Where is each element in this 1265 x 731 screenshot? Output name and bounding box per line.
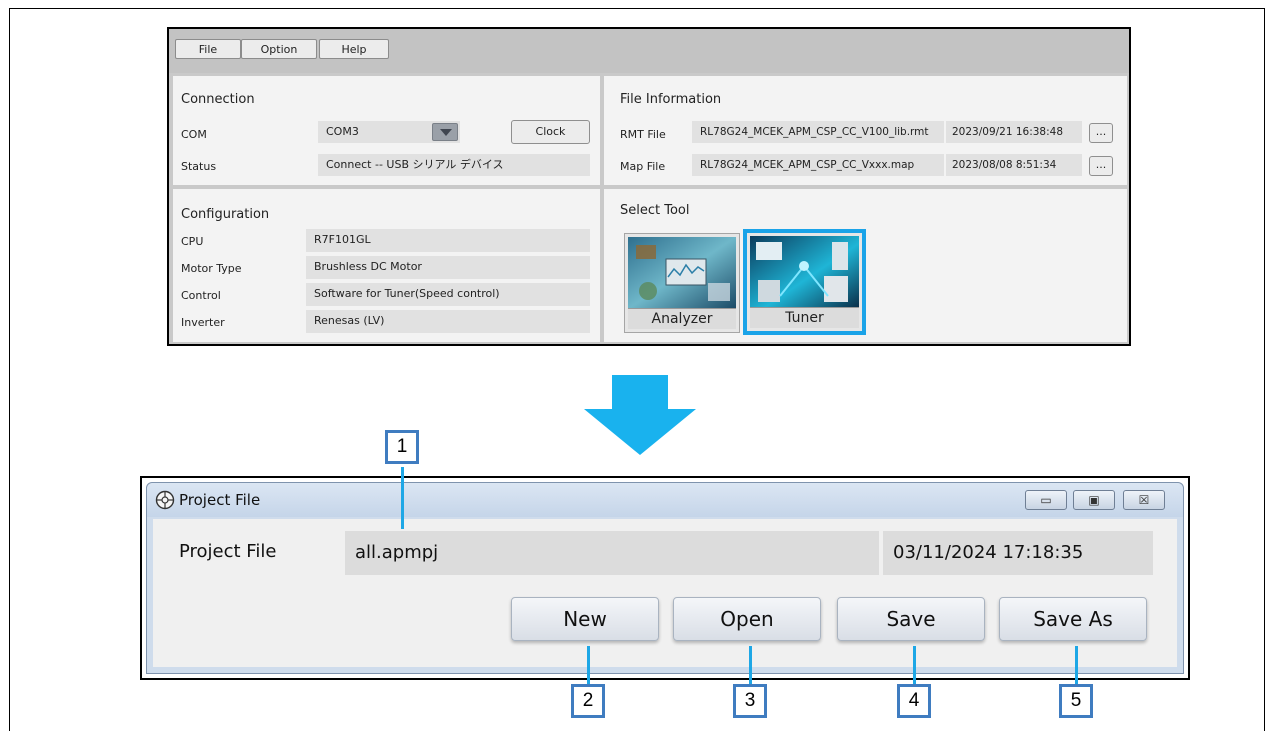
control-label: Control: [181, 289, 221, 302]
rmt-browse-button[interactable]: ...: [1089, 123, 1113, 143]
project-file-frame: Project File ▭ ▣ ☒ Project File all.apmp…: [140, 476, 1190, 680]
window-title: Project File: [179, 491, 261, 509]
callout-2: 2: [571, 684, 605, 718]
analyzer-tool[interactable]: Analyzer: [624, 233, 740, 333]
connection-title: Connection: [181, 92, 255, 107]
project-file-body: Project File all.apmpj 03/11/2024 17:18:…: [153, 519, 1177, 667]
select-tool-panel: Select Tool Analyzer Tuner: [604, 189, 1127, 342]
clock-button[interactable]: Clock: [511, 120, 590, 144]
chevron-down-icon[interactable]: [432, 123, 458, 141]
project-file-timestamp: 03/11/2024 17:18:35: [883, 531, 1153, 575]
project-file-window: Project File ▭ ▣ ☒ Project File all.apmp…: [146, 482, 1184, 674]
connection-panel: Connection COM COM3 Clock Status Connect…: [173, 76, 600, 185]
tuner-tool[interactable]: Tuner: [743, 229, 866, 335]
save-button[interactable]: Save: [837, 597, 985, 641]
open-button[interactable]: Open: [673, 597, 821, 641]
menu-help[interactable]: Help: [319, 39, 389, 59]
cpu-label: CPU: [181, 235, 204, 248]
map-file-label: Map File: [620, 160, 666, 173]
menu-file[interactable]: File: [175, 39, 241, 59]
arrow-down-icon: [584, 375, 696, 455]
new-button[interactable]: New: [511, 597, 659, 641]
callout-3-line: [749, 646, 752, 684]
callout-5-line: [1075, 646, 1078, 684]
app-icon: [155, 490, 175, 510]
minimize-button[interactable]: ▭: [1025, 490, 1067, 510]
title-bar: Project File ▭ ▣ ☒: [147, 483, 1183, 517]
select-tool-title: Select Tool: [620, 203, 690, 218]
status-value: Connect -- USB シリアル デバイス: [318, 154, 590, 176]
analyzer-image: [628, 237, 736, 309]
minimize-icon: ▭: [1040, 493, 1052, 507]
menu-bar: File Option Help: [169, 29, 1129, 73]
maximize-icon: ▣: [1088, 493, 1100, 507]
tuner-image: [750, 236, 859, 310]
rmt-file-name: RL78G24_MCEK_APM_CSP_CC_V100_lib.rmt: [692, 121, 944, 143]
status-label: Status: [181, 160, 217, 173]
file-information-panel: File Information RMT File RL78G24_MCEK_A…: [604, 76, 1127, 185]
close-button[interactable]: ☒: [1123, 490, 1165, 510]
cpu-value: R7F101GL: [306, 229, 590, 252]
tool-window: File Option Help Connection COM COM3 Clo…: [167, 27, 1131, 346]
save-as-button[interactable]: Save As: [999, 597, 1147, 641]
configuration-panel: Configuration CPU R7F101GL Motor Type Br…: [173, 189, 600, 342]
inverter-label: Inverter: [181, 316, 225, 329]
motor-type-value: Brushless DC Motor: [306, 256, 590, 279]
callout-1: 1: [385, 430, 419, 464]
project-file-label: Project File: [179, 541, 277, 562]
callout-3: 3: [733, 684, 767, 718]
rmt-file-date: 2023/09/21 16:38:48: [946, 121, 1082, 143]
tuner-label: Tuner: [750, 307, 859, 328]
configuration-title: Configuration: [181, 207, 270, 222]
motor-type-label: Motor Type: [181, 262, 242, 275]
inverter-value: Renesas (LV): [306, 310, 590, 333]
callout-1-line: [401, 467, 404, 529]
close-icon: ☒: [1138, 493, 1150, 507]
rmt-file-label: RMT File: [620, 128, 666, 141]
file-information-title: File Information: [620, 92, 722, 107]
control-value: Software for Tuner(Speed control): [306, 283, 590, 306]
callout-4: 4: [897, 684, 931, 718]
map-file-date: 2023/08/08 8:51:34: [946, 154, 1082, 176]
maximize-button[interactable]: ▣: [1073, 490, 1115, 510]
analyzer-label: Analyzer: [628, 308, 736, 329]
com-label: COM: [181, 128, 207, 141]
map-browse-button[interactable]: ...: [1089, 156, 1113, 176]
menu-option[interactable]: Option: [241, 39, 317, 59]
project-file-name: all.apmpj: [345, 531, 879, 575]
map-file-name: RL78G24_MCEK_APM_CSP_CC_Vxxx.map: [692, 154, 944, 176]
callout-2-line: [587, 646, 590, 684]
callout-4-line: [913, 646, 916, 684]
callout-5: 5: [1059, 684, 1093, 718]
